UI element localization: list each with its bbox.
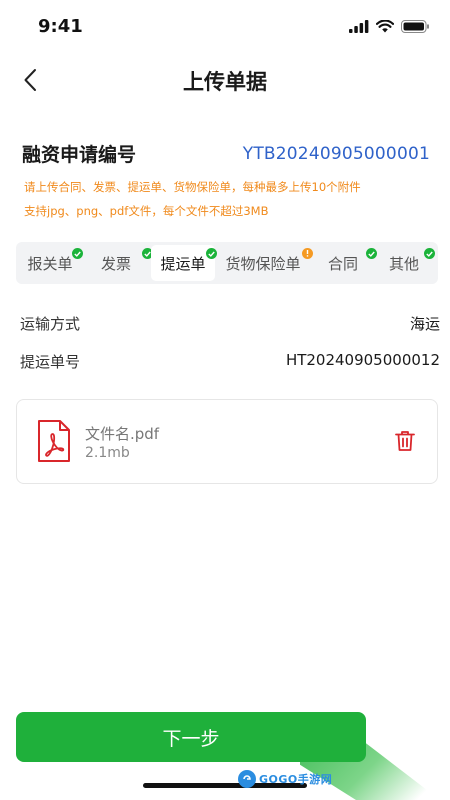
transport-mode-label: 运输方式 [20, 315, 81, 333]
page-title: 上传单据 [183, 70, 267, 94]
watermark-logo-icon [238, 770, 256, 788]
watermark-text: GOGO手游网 [259, 773, 333, 786]
bill-number-row: 提运单号 HT20240905000012 [20, 351, 440, 372]
application-row: 融资申请编号 YTB20240905000001 [22, 140, 430, 167]
transport-mode-value: 海运 [409, 315, 440, 333]
status-time: 9:41 [38, 16, 83, 37]
tab-customs-declaration[interactable]: 报关单 [19, 245, 83, 281]
trash-icon[interactable] [395, 430, 415, 452]
status-bar: 9:41 [0, 0, 450, 56]
file-format-tip: 支持jpg、png、pdf文件，每个文件不超过3MB [24, 204, 269, 218]
tab-label: 货物保险单 [225, 254, 301, 273]
watermark: GOGO手游网 [238, 770, 332, 788]
application-label: 融资申请编号 [22, 144, 137, 166]
next-step-button[interactable]: 下一步 [16, 712, 366, 762]
bill-number-value: HT20240905000012 [285, 351, 440, 369]
tab-other[interactable]: 其他 [375, 245, 435, 281]
file-size: 2.1mb [85, 445, 130, 461]
nav-bar: 上传单据 [0, 56, 450, 104]
tab-contract[interactable]: 合同 [311, 245, 377, 281]
tab-label: 发票 [100, 254, 131, 273]
uploaded-file-card[interactable]: 文件名.pdf 2.1mb [16, 399, 438, 484]
tab-cargo-insurance[interactable]: 货物保险单 [215, 245, 313, 281]
check-circle-icon [424, 248, 435, 259]
pdf-file-icon [38, 420, 70, 462]
tab-invoice[interactable]: 发票 [81, 245, 153, 281]
status-icons [349, 20, 430, 33]
tab-label: 其他 [388, 254, 419, 273]
file-name: 文件名.pdf [85, 425, 160, 443]
document-type-tabs: 报关单 发票 提运单 货物保险单 合同 其他 [16, 242, 438, 284]
battery-icon [401, 20, 429, 33]
upload-tip: 请上传合同、发票、提运单、货物保险单，每种最多上传10个附件 [24, 180, 361, 194]
tab-label: 提运单 [160, 254, 206, 273]
signal-icon [349, 20, 369, 33]
application-number: YTB20240905000001 [242, 143, 430, 164]
bill-number-label: 提运单号 [20, 353, 81, 371]
transport-mode-row: 运输方式 海运 [20, 313, 440, 334]
wifi-icon [376, 20, 394, 33]
tab-label: 报关单 [27, 254, 73, 273]
tab-label: 合同 [327, 254, 358, 273]
tab-bill-of-lading[interactable]: 提运单 [151, 245, 217, 281]
